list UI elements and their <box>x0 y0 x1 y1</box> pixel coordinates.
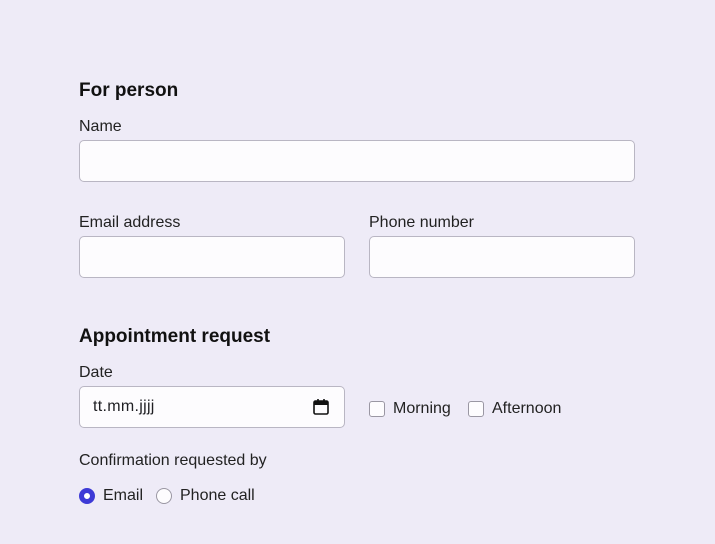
email-radio[interactable] <box>79 488 95 504</box>
email-label: Email address <box>79 214 181 231</box>
morning-checkbox[interactable] <box>369 401 385 417</box>
name-label: Name <box>79 118 122 135</box>
phone-field[interactable] <box>369 236 635 278</box>
afternoon-checkbox[interactable] <box>468 401 484 417</box>
email-field[interactable] <box>79 236 345 278</box>
date-field[interactable]: tt.mm.jjjj <box>79 386 345 428</box>
name-field[interactable] <box>79 140 635 182</box>
phone-radio-label: Phone call <box>180 487 255 504</box>
date-placeholder: tt.mm.jjjj <box>93 398 155 415</box>
date-label: Date <box>79 364 113 381</box>
confirmation-label: Confirmation requested by <box>79 452 267 469</box>
email-radio-label: Email <box>103 487 144 504</box>
person-section-title: For person <box>79 80 179 101</box>
afternoon-option[interactable]: Afternoon <box>468 400 561 418</box>
phone-radio-option[interactable]: Phone call <box>156 487 255 505</box>
calendar-icon[interactable] <box>312 398 330 416</box>
appointment-section-title: Appointment request <box>79 326 271 347</box>
afternoon-label: Afternoon <box>492 400 562 417</box>
morning-option[interactable]: Morning <box>369 400 451 418</box>
morning-label: Morning <box>393 400 451 417</box>
phone-label: Phone number <box>369 214 474 231</box>
email-radio-option[interactable]: Email <box>79 487 143 505</box>
phone-radio[interactable] <box>156 488 172 504</box>
